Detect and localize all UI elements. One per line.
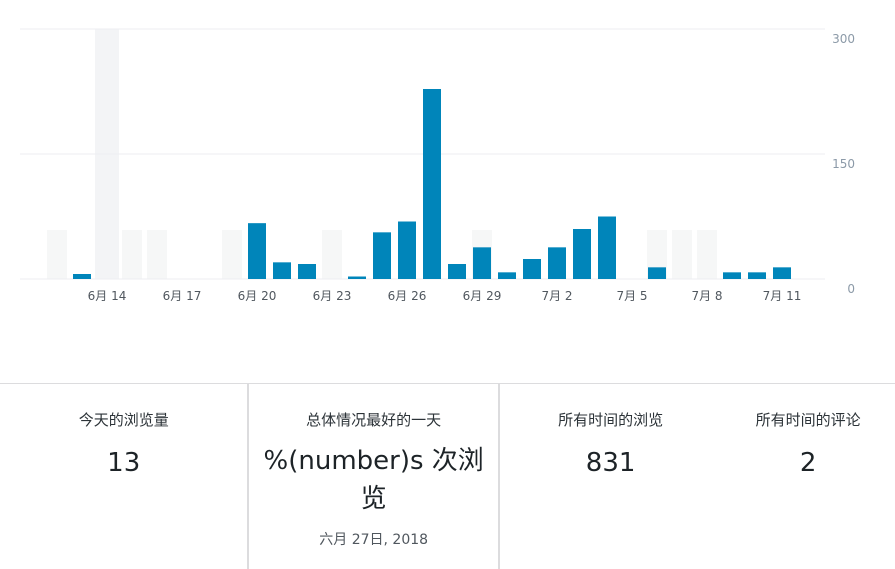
x-tick-label: 6月 26	[388, 289, 427, 303]
x-tick-label: 7月 5	[616, 289, 647, 303]
bar	[573, 229, 591, 279]
y-tick-label: 300	[832, 32, 855, 46]
stat-all-time-views-label: 所有时间的浏览	[558, 411, 664, 429]
x-tick-label: 7月 11	[763, 289, 802, 303]
weekend-band	[122, 230, 142, 279]
bar	[348, 276, 366, 279]
weekend-band	[322, 230, 342, 279]
bar	[548, 247, 566, 279]
bar	[448, 264, 466, 279]
stat-best-day-label: 总体情况最好的一天	[306, 411, 442, 429]
stat-all-time-comments-value: 2	[799, 448, 817, 478]
views-chart: 0 150 300 6月 14 6月 17 6月 20 6月 23 6月 26 6月 29 7月 …	[0, 0, 895, 330]
bar	[423, 89, 441, 279]
weekend-band	[697, 230, 717, 279]
stat-today: 今天的浏览量 13	[0, 384, 250, 569]
stat-best-day: 总体情况最好的一天 %(number)s 次浏览 六月 27日, 2018	[249, 384, 500, 569]
weekend-band	[672, 230, 692, 279]
bar	[748, 272, 766, 279]
y-tick-label: 150	[832, 157, 855, 171]
bar	[273, 262, 291, 279]
bar	[373, 232, 391, 279]
bar	[598, 216, 616, 279]
x-tick-label: 6月 20	[238, 289, 277, 303]
weekend-band	[147, 230, 167, 279]
bar	[523, 259, 541, 279]
x-tick-label: 7月 8	[691, 289, 722, 303]
x-tick-label: 6月 17	[163, 289, 202, 303]
bar	[73, 274, 91, 279]
bar	[723, 272, 741, 279]
stat-all-time-views: 所有时间的浏览 831	[500, 384, 722, 569]
x-tick-label: 6月 14	[88, 289, 127, 303]
stats-summary: 今天的浏览量 13 总体情况最好的一天 %(number)s 次浏览 六月 27…	[0, 383, 895, 569]
bar-chart: 0 150 300 6月 14 6月 17 6月 20 6月 23 6月 26 6月 29 7月 …	[20, 28, 855, 303]
stat-all-time-views-value: 831	[585, 448, 636, 478]
x-tick-label: 6月 29	[463, 289, 502, 303]
weekend-band	[222, 230, 242, 279]
stat-all-time-comments: 所有时间的评论 2	[721, 384, 895, 569]
x-tick-label: 6月 23	[313, 289, 352, 303]
bar	[298, 264, 316, 279]
stat-today-label: 今天的浏览量	[78, 411, 169, 429]
weekend-band	[47, 230, 67, 279]
bar	[473, 247, 491, 279]
bar	[248, 223, 266, 279]
y-tick-label: 0	[847, 282, 855, 296]
stat-today-value: 13	[107, 448, 141, 478]
stat-best-day-date: 六月 27日, 2018	[319, 532, 429, 548]
x-tick-label: 7月 2	[541, 289, 572, 303]
stat-best-day-value: %(number)s 次浏览	[263, 446, 484, 514]
bar	[773, 267, 791, 279]
bar	[498, 272, 516, 279]
bar	[648, 267, 666, 279]
bar	[398, 221, 416, 279]
stat-all-time-comments-label: 所有时间的评论	[755, 411, 861, 429]
